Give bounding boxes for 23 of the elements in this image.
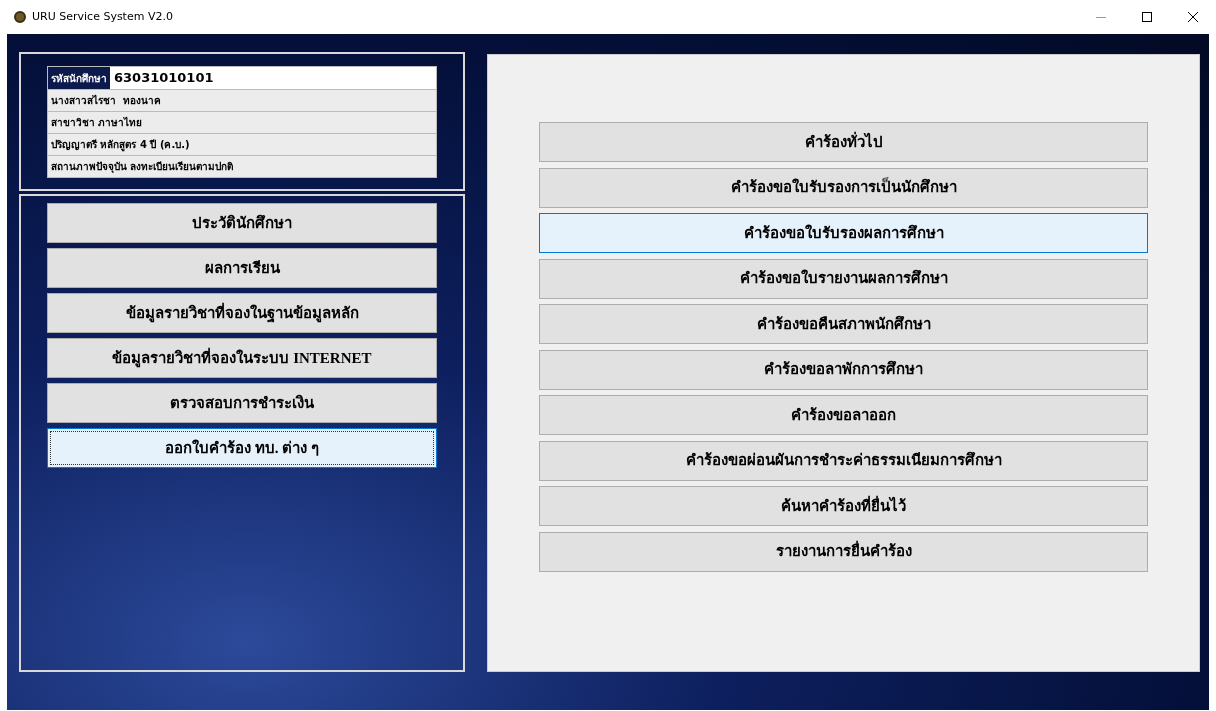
menu-button[interactable]: รายงานการยื่นคำร้อง xyxy=(539,531,1148,572)
window-title: URU Service System V2.0 xyxy=(32,8,173,25)
student-id-value: 63031010101 xyxy=(110,67,436,89)
menu-button[interactable]: ข้อมูลรายวิชาที่จองในฐานข้อมูลหลัก xyxy=(47,293,437,333)
menu-button[interactable]: ประวัตินักศึกษา xyxy=(47,203,437,243)
menu-button[interactable]: คำร้องขอคืนสภาพนักศึกษา xyxy=(539,304,1148,344)
maximize-icon xyxy=(1142,12,1152,22)
menu-button[interactable]: ออกใบคำร้อง ทบ. ต่าง ๆ xyxy=(47,428,437,468)
minimize-icon xyxy=(1096,16,1106,18)
close-icon xyxy=(1188,12,1198,22)
menu-button[interactable]: คำร้องขอลาออก xyxy=(539,395,1148,435)
menu-button[interactable]: คำร้องขอใบรายงานผลการศึกษา xyxy=(539,258,1148,299)
app-logo-icon xyxy=(14,11,26,23)
menu-button[interactable]: ข้อมูลรายวิชาที่จองในระบบ INTERNET xyxy=(47,338,437,378)
menu-button[interactable]: ตรวจสอบการชำระเงิน xyxy=(47,383,437,423)
menu-button[interactable]: คำร้องทั่วไป xyxy=(539,122,1148,162)
student-id-label: รหัสนักศึกษา xyxy=(48,67,110,89)
menu-button[interactable]: คำร้องขอลาพักการศึกษา xyxy=(539,349,1148,390)
menu-button[interactable]: ผลการเรียน xyxy=(47,248,437,288)
menu-button[interactable]: ค้นหาคำร้องที่ยื่นไว้ xyxy=(539,486,1148,526)
menu-button[interactable]: คำร้องขอผ่อนผันการชำระค่าธรรมเนียมการศึกษา xyxy=(539,440,1148,481)
menu-button[interactable]: คำร้องขอใบรับรองการเป็นนักศึกษา xyxy=(539,167,1148,208)
menu-button[interactable]: คำร้องขอใบรับรองผลการศึกษา xyxy=(539,213,1148,253)
